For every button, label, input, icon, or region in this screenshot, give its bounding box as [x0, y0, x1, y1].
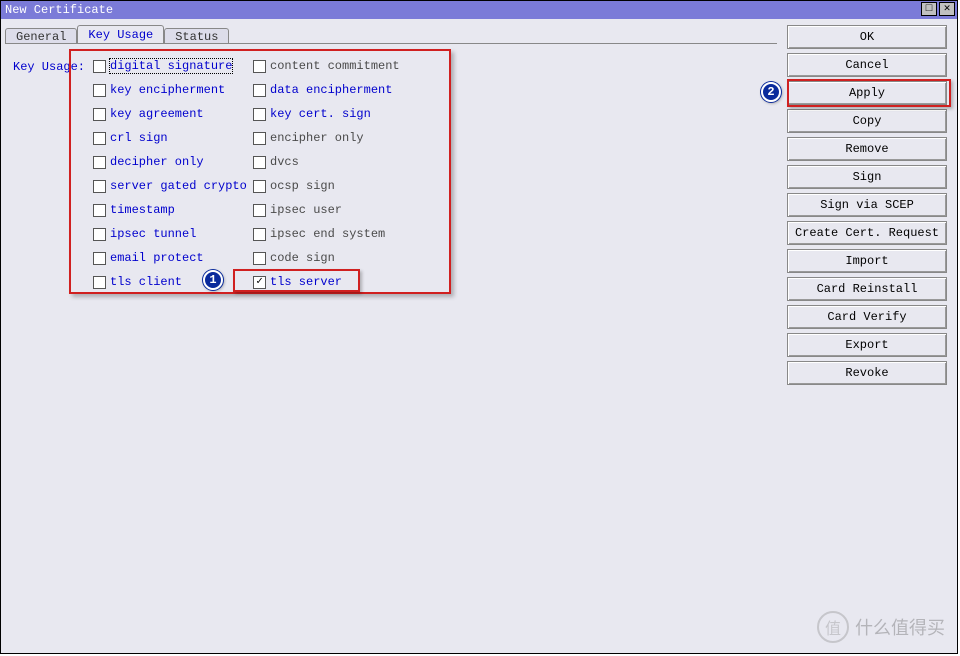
chk-server-gated-crypto[interactable]: server gated crypto — [93, 178, 253, 194]
maximize-icon[interactable]: □ — [921, 2, 937, 16]
checkbox-icon[interactable] — [253, 60, 266, 73]
checkbox-icon[interactable] — [93, 108, 106, 121]
chk-data-encipherment[interactable]: data encipherment — [253, 82, 423, 98]
chk-content-commitment[interactable]: content commitment — [253, 58, 423, 74]
chk-label: data encipherment — [270, 83, 392, 97]
checkbox-icon[interactable] — [93, 252, 106, 265]
ok-button[interactable]: OK — [787, 25, 947, 49]
chk-code-sign[interactable]: code sign — [253, 250, 423, 266]
export-button[interactable]: Export — [787, 333, 947, 357]
key-usage-row: Key Usage: digital signature content com… — [13, 58, 769, 290]
tab-strip: General Key Usage Status — [5, 23, 777, 43]
chk-label: ipsec user — [270, 203, 342, 217]
chk-encipher-only[interactable]: encipher only — [253, 130, 423, 146]
checkbox-icon[interactable] — [253, 252, 266, 265]
chk-label: key cert. sign — [270, 107, 371, 121]
chk-ipsec-tunnel[interactable]: ipsec tunnel — [93, 226, 253, 242]
chk-crl-sign[interactable]: crl sign — [93, 130, 253, 146]
sign-via-scep-button[interactable]: Sign via SCEP — [787, 193, 947, 217]
chk-digital-signature[interactable]: digital signature — [93, 58, 253, 74]
checkbox-icon[interactable] — [93, 276, 106, 289]
chk-label: encipher only — [270, 131, 364, 145]
titlebar[interactable]: New Certificate □ ✕ — [1, 1, 957, 19]
checkbox-icon[interactable] — [253, 132, 266, 145]
card-reinstall-button[interactable]: Card Reinstall — [787, 277, 947, 301]
checkbox-icon[interactable] — [253, 156, 266, 169]
key-usage-grid: digital signature content commitment key… — [93, 58, 423, 290]
checkbox-icon[interactable] — [253, 180, 266, 193]
chk-ipsec-user[interactable]: ipsec user — [253, 202, 423, 218]
chk-decipher-only[interactable]: decipher only — [93, 154, 253, 170]
chk-label: crl sign — [110, 131, 168, 145]
checkbox-icon[interactable] — [253, 204, 266, 217]
checkbox-icon[interactable] — [93, 60, 106, 73]
card-verify-button[interactable]: Card Verify — [787, 305, 947, 329]
tab-content: Key Usage: digital signature content com… — [5, 43, 777, 633]
chk-label: ipsec end system — [270, 227, 385, 241]
chk-label: content commitment — [270, 59, 400, 73]
checkbox-icon[interactable] — [253, 84, 266, 97]
checkbox-icon[interactable] — [253, 108, 266, 121]
chk-key-agreement[interactable]: key agreement — [93, 106, 253, 122]
checkbox-icon[interactable] — [93, 204, 106, 217]
checkbox-icon[interactable] — [93, 132, 106, 145]
apply-button[interactable]: Apply — [787, 81, 947, 105]
chk-key-encipherment[interactable]: key encipherment — [93, 82, 253, 98]
main-area: General Key Usage Status Key Usage: digi… — [1, 19, 781, 653]
checkbox-icon[interactable] — [93, 180, 106, 193]
checkbox-icon[interactable] — [93, 156, 106, 169]
checkbox-icon[interactable] — [253, 228, 266, 241]
revoke-button[interactable]: Revoke — [787, 361, 947, 385]
key-usage-label: Key Usage: — [13, 58, 93, 74]
copy-button[interactable]: Copy — [787, 109, 947, 133]
chk-label: dvcs — [270, 155, 299, 169]
client-area: General Key Usage Status Key Usage: digi… — [1, 19, 957, 653]
chk-label: decipher only — [110, 155, 204, 169]
checkbox-icon[interactable] — [253, 276, 266, 289]
checkbox-icon[interactable] — [93, 228, 106, 241]
chk-label: code sign — [270, 251, 335, 265]
chk-label: key encipherment — [110, 83, 225, 97]
checkbox-icon[interactable] — [93, 84, 106, 97]
sidebar: OK Cancel Apply Copy Remove Sign Sign vi… — [781, 19, 957, 653]
cancel-button[interactable]: Cancel — [787, 53, 947, 77]
chk-email-protect[interactable]: email protect — [93, 250, 253, 266]
tab-key-usage[interactable]: Key Usage — [77, 25, 164, 44]
chk-label: email protect — [110, 251, 204, 265]
chk-label: ipsec tunnel — [110, 227, 196, 241]
create-cert-request-button[interactable]: Create Cert. Request — [787, 221, 947, 245]
chk-label: tls client — [110, 275, 182, 289]
chk-label: tls server — [270, 275, 342, 289]
window-title: New Certificate — [5, 3, 113, 17]
chk-key-cert-sign[interactable]: key cert. sign — [253, 106, 423, 122]
chk-timestamp[interactable]: timestamp — [93, 202, 253, 218]
chk-ocsp-sign[interactable]: ocsp sign — [253, 178, 423, 194]
window-controls: □ ✕ — [921, 2, 955, 16]
chk-ipsec-end-system[interactable]: ipsec end system — [253, 226, 423, 242]
chk-label: ocsp sign — [270, 179, 335, 193]
chk-dvcs[interactable]: dvcs — [253, 154, 423, 170]
chk-label: key agreement — [110, 107, 204, 121]
chk-label: timestamp — [110, 203, 175, 217]
import-button[interactable]: Import — [787, 249, 947, 273]
chk-tls-server[interactable]: tls server — [253, 274, 423, 290]
chk-label: server gated crypto — [110, 179, 247, 193]
remove-button[interactable]: Remove — [787, 137, 947, 161]
chk-tls-client[interactable]: tls client — [93, 274, 253, 290]
sign-button[interactable]: Sign — [787, 165, 947, 189]
chk-label: digital signature — [110, 59, 232, 73]
close-icon[interactable]: ✕ — [939, 2, 955, 16]
window: New Certificate □ ✕ General Key Usage St… — [0, 0, 958, 654]
